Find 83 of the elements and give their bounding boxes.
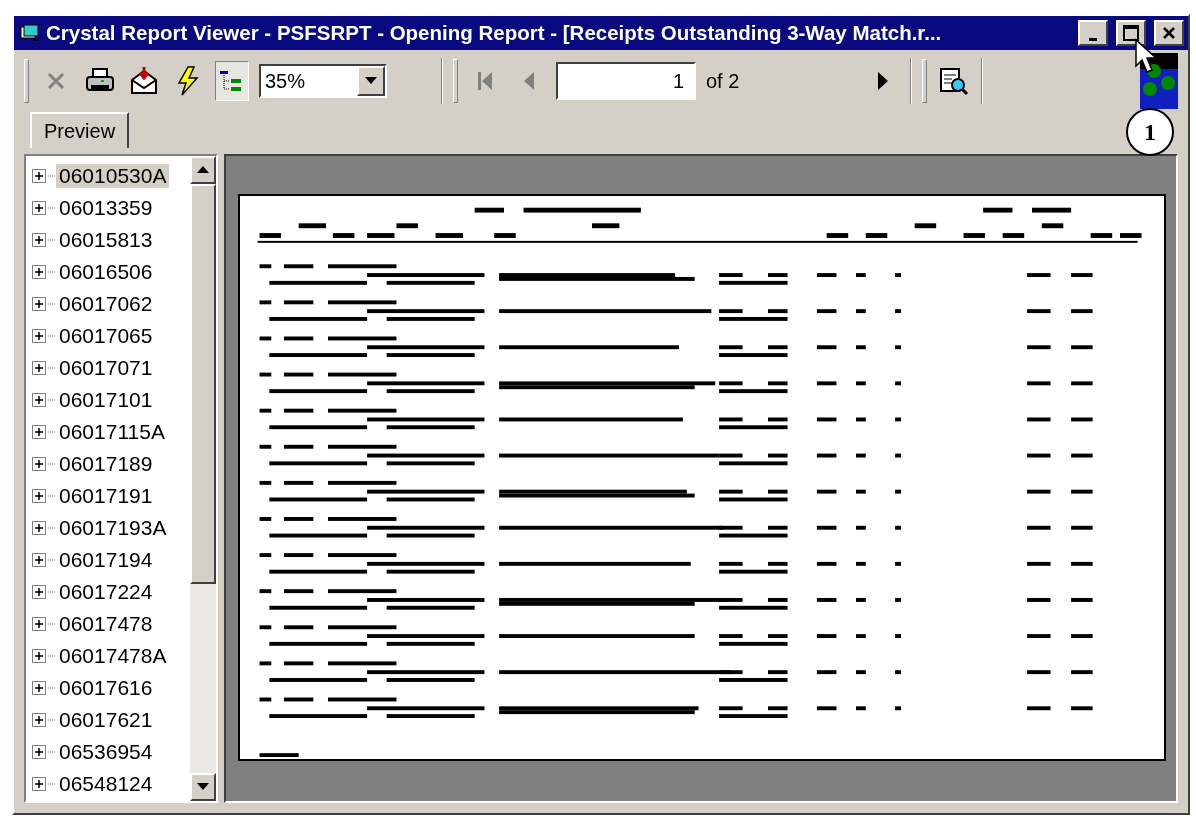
expand-icon[interactable] <box>32 713 46 727</box>
tree-item[interactable]: 06017191 <box>56 484 156 508</box>
tree-item[interactable]: 06010530A <box>56 164 170 188</box>
tree-item[interactable]: 06017224 <box>56 580 156 604</box>
minimize-button[interactable] <box>1078 20 1108 46</box>
tree-item[interactable]: 06017478 <box>56 612 156 636</box>
expand-icon[interactable] <box>32 777 46 791</box>
expand-icon[interactable] <box>32 169 46 183</box>
window-title: Crystal Report Viewer - PSFSRPT - Opening Report - [Receipts Outstanding 3-Way Match.r... <box>46 21 943 45</box>
tree-line <box>48 527 56 529</box>
expand-icon[interactable] <box>32 489 46 503</box>
expand-icon[interactable] <box>32 553 46 567</box>
tree-item[interactable]: 06016506 <box>56 260 156 284</box>
tree-item[interactable]: 06017115A <box>56 420 168 444</box>
tree-item[interactable]: 06548124 <box>56 772 156 796</box>
tree-item[interactable]: 06015813 <box>56 228 156 252</box>
scrollbar[interactable] <box>190 156 216 801</box>
maximize-icon <box>1123 25 1139 41</box>
expand-icon[interactable] <box>32 425 46 439</box>
tree-line <box>48 655 56 657</box>
tree-line <box>48 431 56 433</box>
tree-item[interactable]: 06017478A <box>56 644 170 668</box>
tree-item[interactable]: 06017101 <box>56 388 156 412</box>
tree-item[interactable]: 06017194 <box>56 548 156 572</box>
tree-item[interactable]: 06017065 <box>56 324 156 348</box>
scroll-thumb[interactable] <box>190 184 216 584</box>
scroll-up-button[interactable] <box>190 156 216 184</box>
down-arrow-icon <box>365 77 377 85</box>
minimize-icon <box>1089 37 1097 41</box>
logo-icon <box>1140 53 1178 109</box>
tree-line <box>48 719 56 721</box>
expand-icon[interactable] <box>32 297 46 311</box>
tree-line <box>48 687 56 689</box>
expand-icon[interactable] <box>32 617 46 631</box>
group-tree-icon[interactable] <box>215 61 249 101</box>
expand-icon[interactable] <box>32 201 46 215</box>
scroll-down-button[interactable] <box>190 773 216 801</box>
dropdown-button[interactable] <box>357 66 385 96</box>
expand-icon[interactable] <box>32 521 46 535</box>
tree-line <box>48 399 56 401</box>
expand-icon[interactable] <box>32 233 46 247</box>
tree-item[interactable]: 06017616 <box>56 676 156 700</box>
preview-tab[interactable]: Preview <box>30 112 130 148</box>
page-number-field[interactable]: 1 <box>556 62 696 100</box>
expand-icon[interactable] <box>32 745 46 759</box>
page-count: of 2 <box>706 69 741 93</box>
maximize-button[interactable] <box>1116 20 1146 46</box>
tree-item[interactable]: 06017071 <box>56 356 156 380</box>
zoom-dropdown[interactable]: 35% <box>259 64 387 98</box>
expand-icon[interactable] <box>32 393 46 407</box>
down-arrow-icon <box>197 783 209 791</box>
expand-icon[interactable] <box>32 649 46 663</box>
tree-line <box>48 271 56 273</box>
tree-line <box>48 335 56 337</box>
tree-item[interactable]: 06536954 <box>56 740 156 764</box>
up-arrow-icon <box>197 166 209 174</box>
tree-line <box>48 751 56 753</box>
tree-item[interactable]: 06013359 <box>56 196 156 220</box>
expand-icon[interactable] <box>32 681 46 695</box>
tree-line <box>48 783 56 785</box>
app-icon <box>20 24 40 42</box>
tree-line <box>48 175 56 177</box>
expand-icon[interactable] <box>32 361 46 375</box>
tree-line <box>48 495 56 497</box>
tree-line <box>48 463 56 465</box>
tree-line <box>48 239 56 241</box>
close-icon <box>1162 26 1176 40</box>
expand-icon[interactable] <box>32 265 46 279</box>
tree-item[interactable]: 06017189 <box>56 452 156 476</box>
tree-line <box>48 623 56 625</box>
tree-line <box>48 559 56 561</box>
tree-line <box>48 367 56 369</box>
tree-line <box>48 303 56 305</box>
close-button[interactable] <box>1154 20 1184 46</box>
expand-icon[interactable] <box>32 329 46 343</box>
tree-item[interactable]: 06017193A <box>56 516 170 540</box>
expand-icon[interactable] <box>32 457 46 471</box>
tree-line <box>48 207 56 209</box>
expand-icon[interactable] <box>32 585 46 599</box>
tree-line <box>48 591 56 593</box>
callout-number: 1 <box>1126 108 1174 156</box>
tree-item[interactable]: 06017062 <box>56 292 156 316</box>
tree-item[interactable]: 06017621 <box>56 708 156 732</box>
